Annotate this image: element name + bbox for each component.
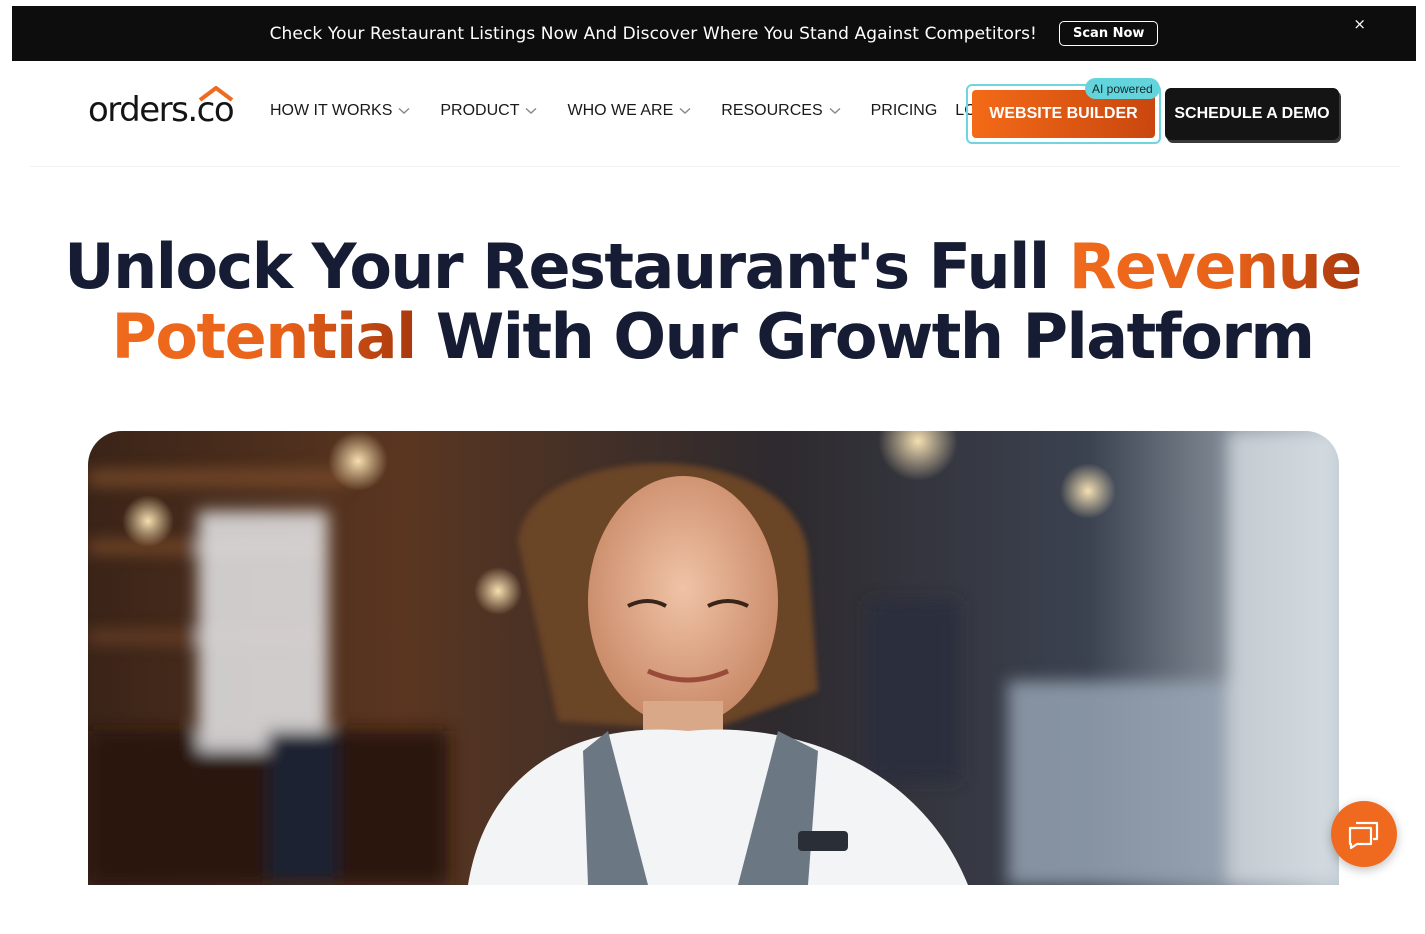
nav-who-we-are[interactable]: WHO WE ARE <box>567 102 691 120</box>
nav-how-it-works[interactable]: HOW IT WORKS <box>270 102 410 120</box>
hero-photo-restaurant-server <box>88 431 1339 885</box>
ai-powered-badge: AI powered <box>1085 78 1160 99</box>
chevron-down-icon <box>679 107 691 114</box>
nav-resources[interactable]: RESOURCES <box>721 102 841 120</box>
scan-now-button[interactable]: Scan Now <box>1058 21 1159 46</box>
main-nav: HOW IT WORKS PRODUCT WHO WE ARE RESOURCE… <box>270 102 1005 120</box>
nav-pricing[interactable]: PRICING <box>871 102 938 120</box>
hero-title-line1-plain: Unlock Your Restaurant's Full <box>64 230 1069 303</box>
close-icon[interactable]: × <box>1353 17 1366 32</box>
logo-roof-icon <box>198 86 234 102</box>
nav-label: PRICING <box>870 102 938 119</box>
hero-title-line2-accent: Potential <box>111 300 417 373</box>
nav-label: PRODUCT <box>440 102 520 119</box>
orders-co-logo[interactable]: orders.co <box>88 86 238 136</box>
nav-label: WHO WE ARE <box>567 102 674 119</box>
chevron-down-icon <box>829 107 841 114</box>
hero-photo <box>88 431 1339 885</box>
hero-title-line1-accent: Revenue <box>1068 230 1363 303</box>
nav-product[interactable]: PRODUCT <box>440 102 537 120</box>
announcement-text: Check Your Restaurant Listings Now And D… <box>269 23 1037 44</box>
chevron-down-icon <box>526 107 537 114</box>
chat-bubbles-icon <box>1348 821 1379 849</box>
hero-title-line2-plain: With Our Growth Platform <box>415 300 1315 373</box>
chevron-down-icon <box>398 107 410 114</box>
announcement-bar: Check Your Restaurant Listings Now And D… <box>12 6 1416 61</box>
site-header: orders.co HOW IT WORKS PRODUCT WHO WE AR… <box>30 62 1400 167</box>
chat-launcher-button[interactable] <box>1331 801 1397 867</box>
nav-label: RESOURCES <box>721 102 823 119</box>
schedule-demo-button[interactable]: SCHEDULE A DEMO <box>1165 88 1339 140</box>
nav-label: HOW IT WORKS <box>270 102 393 119</box>
hero-title: Unlock Your Restaurant's Full Revenue Po… <box>0 232 1425 372</box>
